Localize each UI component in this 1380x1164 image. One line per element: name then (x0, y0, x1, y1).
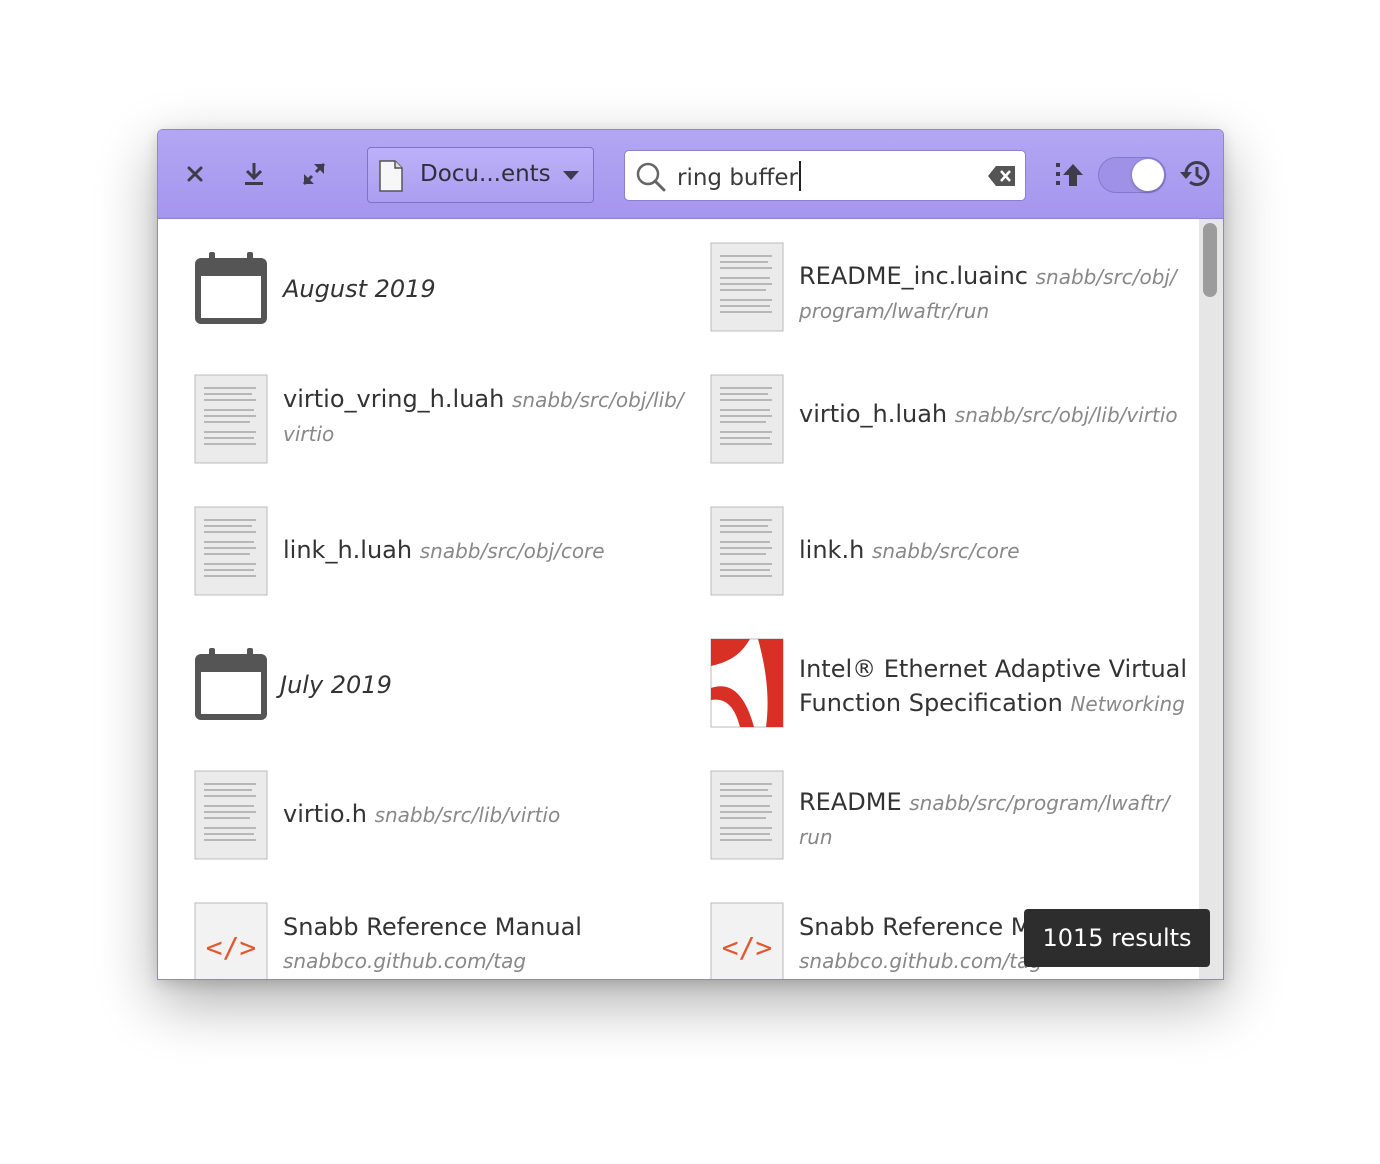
result-title: Snabb Reference Manual snabbco.github.co… (283, 910, 582, 978)
file-path-continued: virtio (283, 422, 335, 446)
file-path: snabb/src/obj/lib/virtio (954, 403, 1178, 427)
search-field[interactable]: ring buffer (625, 151, 1025, 200)
code-file-icon: </> (194, 902, 268, 979)
result-title: Intel® Ethernet Adaptive Virtual Functio… (799, 652, 1187, 721)
result-title: link_h.luah snabb/src/obj/core (283, 533, 605, 568)
text-file-icon (194, 374, 268, 464)
result-item[interactable]: link_h.luah snabb/src/obj/core (194, 506, 674, 596)
close-icon (187, 166, 203, 182)
file-path: snabb/src/obj/ (1035, 265, 1177, 289)
result-title: README_inc.luainc snabb/src/obj/ program… (799, 259, 1177, 328)
sort-button[interactable] (1049, 154, 1089, 194)
sort-ascending-icon (1056, 163, 1083, 186)
search-query: ring buffer (677, 165, 798, 191)
results-count-badge: 1015 results (1024, 909, 1210, 967)
file-name: Intel® Ethernet Adaptive Virtual (799, 655, 1188, 683)
search-window: Docu...ents ring buffer August 2019 virt… (157, 129, 1224, 980)
results-grid: August 2019 virtio_vring_h.luah snabb/sr… (158, 219, 1198, 979)
result-title: virtio_vring_h.luah snabb/src/obj/lib/ v… (283, 382, 684, 451)
file-name: README_inc.luainc (799, 262, 1028, 290)
chevron-down-icon (563, 171, 579, 180)
result-item[interactable]: virtio_vring_h.luah snabb/src/obj/lib/ v… (194, 374, 684, 464)
text-file-icon (710, 242, 784, 332)
file-path-continued: run (799, 825, 833, 849)
result-item-date[interactable]: August 2019 (194, 250, 674, 330)
result-item[interactable]: README_inc.luainc snabb/src/obj/ program… (710, 242, 1190, 332)
download-icon (245, 163, 263, 185)
result-item[interactable]: link.h snabb/src/core (710, 506, 1190, 596)
result-item[interactable]: </> Snabb Reference Manual snabbco.githu… (194, 902, 674, 979)
result-item[interactable]: virtio_h.luah snabb/src/obj/lib/virtio (710, 374, 1190, 464)
search-input[interactable]: ring buffer (677, 161, 801, 191)
file-name-continued: Function Specification (799, 689, 1063, 717)
history-icon (1180, 161, 1210, 186)
file-path: snabb/src/obj/core (419, 539, 605, 563)
search-icon (636, 162, 666, 192)
text-file-icon (710, 770, 784, 860)
text-file-icon (194, 770, 268, 860)
vertical-scrollbar[interactable] (1199, 219, 1223, 979)
file-path: snabb/src/core (871, 539, 1020, 563)
file-name: link.h (799, 536, 865, 564)
result-title: virtio.h snabb/src/lib/virtio (283, 797, 560, 832)
result-title: README snabb/src/program/lwaftr/ run (799, 785, 1170, 854)
download-button[interactable] (234, 154, 274, 194)
result-title: link.h snabb/src/core (799, 533, 1020, 568)
result-item-pdf[interactable]: Intel® Ethernet Adaptive Virtual Functio… (710, 638, 1190, 728)
result-title: virtio_h.luah snabb/src/obj/lib/virtio (799, 397, 1178, 432)
filter-toggle[interactable] (1098, 157, 1166, 193)
result-item[interactable]: README snabb/src/program/lwaftr/ run (710, 770, 1190, 860)
file-name: virtio.h (283, 800, 367, 828)
calendar-icon (195, 648, 267, 720)
expand-icon (302, 162, 326, 186)
text-file-icon (710, 506, 784, 596)
history-button[interactable] (1175, 154, 1215, 194)
file-path-continued: program/lwaftr/run (799, 299, 990, 323)
text-file-icon (194, 506, 268, 596)
file-name: link_h.luah (283, 536, 413, 564)
location-dropdown[interactable]: Docu...ents (367, 147, 594, 203)
text-file-icon (710, 374, 784, 464)
file-url: snabbco.github.com/tag (283, 949, 527, 973)
file-name: virtio_vring_h.luah (283, 385, 505, 413)
toggle-knob (1132, 159, 1164, 191)
clear-search-icon[interactable] (987, 164, 1017, 188)
file-name: README (799, 788, 902, 816)
svg-text:</>: </> (722, 931, 773, 964)
result-item-date[interactable]: July 2019 (194, 646, 674, 726)
text-caret (798, 161, 801, 191)
close-button[interactable] (175, 154, 215, 194)
pdf-file-icon (710, 638, 784, 728)
result-title: August 2019 (283, 275, 436, 303)
toolbar: Docu...ents ring buffer (158, 130, 1223, 219)
code-file-icon: </> (710, 902, 784, 979)
file-name: Snabb Reference Manual (283, 913, 582, 941)
result-title: July 2019 (280, 671, 392, 699)
file-name: virtio_h.luah (799, 400, 948, 428)
scrollbar-thumb[interactable] (1203, 223, 1217, 297)
location-label: Docu...ents (420, 161, 551, 187)
file-path: snabb/src/obj/lib/ (511, 388, 684, 412)
file-path: snabb/src/program/lwaftr/ (909, 791, 1170, 815)
result-item[interactable]: virtio.h snabb/src/lib/virtio (194, 770, 674, 860)
file-path: snabb/src/lib/virtio (374, 803, 561, 827)
document-icon (379, 160, 403, 192)
calendar-icon (195, 252, 267, 324)
svg-text:</>: </> (206, 931, 257, 964)
file-category: Networking (1070, 692, 1185, 716)
maximize-button[interactable] (294, 154, 334, 194)
